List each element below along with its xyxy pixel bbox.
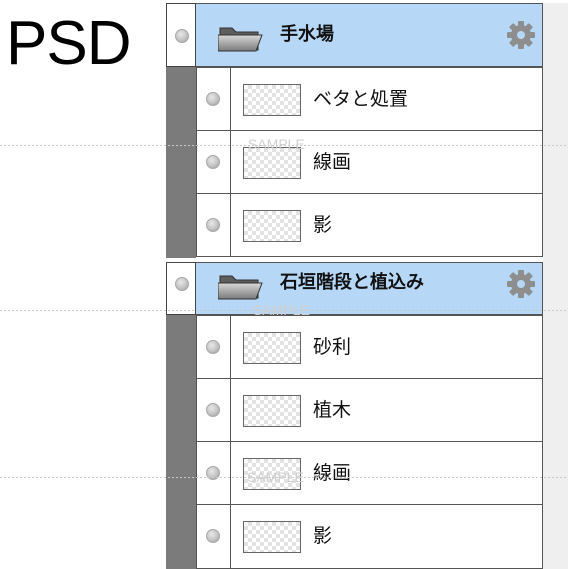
layer-thumbnail xyxy=(243,521,301,553)
visibility-dot-icon[interactable] xyxy=(175,277,189,291)
layer-visibility-cell[interactable] xyxy=(197,379,231,441)
gear-icon[interactable] xyxy=(506,269,536,299)
watermark-text: SAMPLE xyxy=(253,302,310,318)
layer-name: 植木 xyxy=(313,399,352,421)
layer-row[interactable]: 影 xyxy=(196,504,543,569)
layer-visibility-cell[interactable] xyxy=(197,316,231,378)
layer-thumbnail xyxy=(243,395,301,427)
group-header[interactable]: 手水場 xyxy=(196,3,543,67)
layer-visibility-cell[interactable] xyxy=(197,68,231,130)
layer-thumbnail xyxy=(243,332,301,364)
visibility-dot-icon[interactable] xyxy=(175,29,189,43)
layer-row[interactable]: 植木 xyxy=(196,378,543,442)
visibility-dot-icon[interactable] xyxy=(206,529,220,543)
layer-visibility-cell[interactable] xyxy=(197,442,231,504)
gear-icon[interactable] xyxy=(506,20,536,50)
layer-visibility-cell[interactable] xyxy=(197,505,231,568)
layer-name: 線画 xyxy=(313,462,352,484)
layer-name: 影 xyxy=(313,214,333,236)
layer-group-panel: 手水場 ベタと処置 線画 影 xyxy=(166,3,543,258)
group-indent-bar xyxy=(166,67,196,258)
group-visibility-cell[interactable] xyxy=(166,3,196,67)
visibility-dot-icon[interactable] xyxy=(206,155,220,169)
layer-row[interactable]: ベタと処置 xyxy=(196,67,543,131)
visibility-dot-icon[interactable] xyxy=(206,340,220,354)
psd-label: PSD xyxy=(6,9,131,78)
watermark-text: SAMPLE xyxy=(248,136,305,152)
visibility-dot-icon[interactable] xyxy=(206,218,220,232)
group-visibility-cell[interactable] xyxy=(166,262,196,315)
layer-name: 砂利 xyxy=(313,336,352,358)
group-name: 手水場 xyxy=(280,24,334,45)
layer-group-row[interactable]: 石垣階段と植込み xyxy=(166,262,543,315)
layer-group-row[interactable]: 手水場 xyxy=(166,3,543,67)
layer-name: 影 xyxy=(313,525,333,547)
layer-row[interactable]: 砂利 xyxy=(196,315,543,379)
visibility-dot-icon[interactable] xyxy=(206,403,220,417)
folder-icon xyxy=(218,27,263,52)
layer-row[interactable]: 影 xyxy=(196,193,543,257)
layer-thumbnail xyxy=(243,210,301,242)
group-indent-bar xyxy=(166,315,196,569)
layer-group-panel: 石垣階段と植込み 砂利 植木 線画 影 xyxy=(166,262,543,569)
panel-scrollbar[interactable] xyxy=(543,3,568,569)
folder-icon xyxy=(218,275,263,300)
watermark-text: SAMPLE xyxy=(247,469,304,485)
layer-visibility-cell[interactable] xyxy=(197,194,231,256)
group-name: 石垣階段と植込み xyxy=(280,272,424,293)
layer-thumbnail xyxy=(243,84,301,116)
layer-name: 線画 xyxy=(313,151,352,173)
layer-name: ベタと処置 xyxy=(313,88,409,110)
group-header[interactable]: 石垣階段と植込み xyxy=(196,262,543,315)
layer-visibility-cell[interactable] xyxy=(197,131,231,193)
visibility-dot-icon[interactable] xyxy=(206,92,220,106)
